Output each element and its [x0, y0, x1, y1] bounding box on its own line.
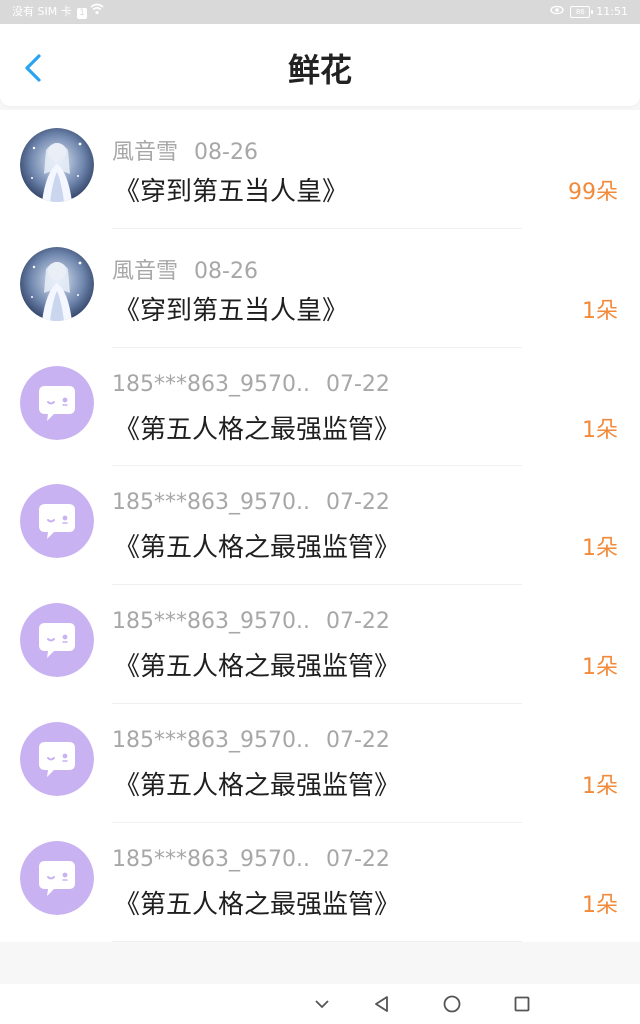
home-circle-icon — [443, 995, 461, 1013]
avatar[interactable] — [20, 603, 94, 678]
default-chat-avatar-icon — [20, 603, 94, 678]
avatar[interactable] — [20, 365, 94, 440]
sender-name-line: 風音雪 08-26 — [112, 134, 258, 166]
flower-count: 99朵 — [568, 180, 618, 205]
sim-badge: 1 — [77, 8, 87, 19]
eye-icon — [550, 0, 564, 24]
book-title[interactable]: 《第五人格之最强监管》 — [114, 409, 400, 446]
sender-name: 185***863_9570.. — [112, 846, 310, 872]
sender-name: 185***863_9570.. — [112, 490, 310, 516]
sender-name-line: 185***863_9570.. 07-22 — [112, 847, 390, 872]
default-chat-avatar-icon — [20, 721, 94, 796]
gift-date: 07-22 — [325, 490, 390, 516]
anime-avatar-icon — [20, 128, 94, 202]
sender-name: 185***863_9570.. — [112, 371, 310, 397]
system-nav-bar — [0, 984, 640, 1024]
collapse-button[interactable] — [308, 990, 336, 1018]
gift-date: 07-22 — [325, 727, 390, 753]
list-item[interactable]: 風音雪 08-26 《穿到第五当人皇》 1朵 — [0, 229, 640, 348]
sender-name: 185***863_9570.. — [112, 609, 310, 635]
book-title[interactable]: 《穿到第五当人皇》 — [114, 171, 348, 208]
gift-date: 08-26 — [194, 258, 258, 284]
page-title: 鲜花 — [287, 51, 352, 89]
flower-count: 1朵 — [582, 417, 618, 443]
flower-count: 1朵 — [582, 536, 618, 562]
sender-name-line: 185***863_9570.. 07-22 — [112, 372, 390, 397]
flower-count: 1朵 — [582, 655, 618, 681]
sender-name-line: 185***863_9570.. 07-22 — [112, 609, 390, 634]
book-title[interactable]: 《第五人格之最强监管》 — [114, 646, 400, 683]
nav-recents-button[interactable] — [508, 990, 536, 1018]
flower-count: 1朵 — [582, 773, 618, 799]
carrier-text: 没有 SIM 卡 — [12, 5, 72, 18]
gift-date: 07-22 — [325, 609, 390, 635]
status-bar: 没有 SIM 卡 1 86 11:51 — [0, 0, 640, 24]
list-item[interactable]: 185***863_9570.. 07-22 《第五人格之最强监管》 1朵 — [0, 585, 640, 704]
avatar[interactable] — [20, 484, 94, 559]
flower-count: 1朵 — [582, 298, 618, 324]
sender-name-line: 風音雪 08-26 — [112, 253, 258, 285]
list-item[interactable]: 185***863_9570.. 07-22 《第五人格之最强监管》 1朵 — [0, 348, 640, 467]
list-item[interactable]: 185***863_9570.. 07-22 《第五人格之最强监管》 1朵 — [0, 704, 640, 823]
list-item[interactable]: 185***863_9570.. 07-22 《第五人格之最强监管》 1朵 — [0, 823, 640, 942]
book-title[interactable]: 《第五人格之最强监管》 — [114, 765, 400, 802]
back-triangle-icon — [375, 996, 388, 1012]
avatar[interactable] — [20, 721, 94, 796]
anime-avatar-icon — [20, 246, 94, 321]
avatar[interactable] — [20, 840, 94, 915]
nav-back-button[interactable] — [368, 990, 396, 1018]
sender-name: 風音雪 — [112, 140, 179, 165]
clock: 11:51 — [596, 5, 628, 18]
chevron-down-icon — [315, 1000, 329, 1009]
avatar[interactable] — [20, 128, 94, 202]
gift-date: 08-26 — [194, 140, 258, 165]
default-chat-avatar-icon — [20, 365, 94, 440]
avatar[interactable] — [20, 246, 94, 321]
gift-date: 07-22 — [325, 846, 390, 872]
book-title[interactable]: 《穿到第五当人皇》 — [114, 290, 348, 327]
status-right: 86 11:51 — [550, 0, 628, 24]
header: 鲜花 — [0, 24, 640, 106]
gift-date: 07-22 — [325, 371, 390, 397]
default-chat-avatar-icon — [20, 484, 94, 559]
sender-name-line: 185***863_9570.. 07-22 — [112, 728, 390, 753]
wifi-icon — [90, 0, 104, 24]
flower-list: 風音雪 08-26 《穿到第五当人皇》 99朵 風音雪 08-26 《穿到第五当人皇… — [0, 110, 640, 942]
default-chat-avatar-icon — [20, 840, 94, 915]
sender-name-line: 185***863_9570.. 07-22 — [112, 490, 390, 515]
flower-count: 1朵 — [582, 892, 618, 918]
sender-name: 風音雪 — [112, 258, 179, 284]
book-title[interactable]: 《第五人格之最强监管》 — [114, 884, 400, 921]
list-item[interactable]: 185***863_9570.. 07-22 《第五人格之最强监管》 1朵 — [0, 466, 640, 586]
battery-indicator: 86 — [570, 6, 594, 18]
status-left: 没有 SIM 卡 1 — [12, 0, 104, 24]
sender-name: 185***863_9570.. — [112, 727, 310, 753]
book-title[interactable]: 《第五人格之最强监管》 — [114, 527, 400, 564]
list-item[interactable]: 風音雪 08-26 《穿到第五当人皇》 99朵 — [0, 110, 640, 229]
recents-square-icon — [514, 996, 530, 1012]
nav-home-button[interactable] — [438, 990, 466, 1018]
divider — [112, 940, 522, 942]
